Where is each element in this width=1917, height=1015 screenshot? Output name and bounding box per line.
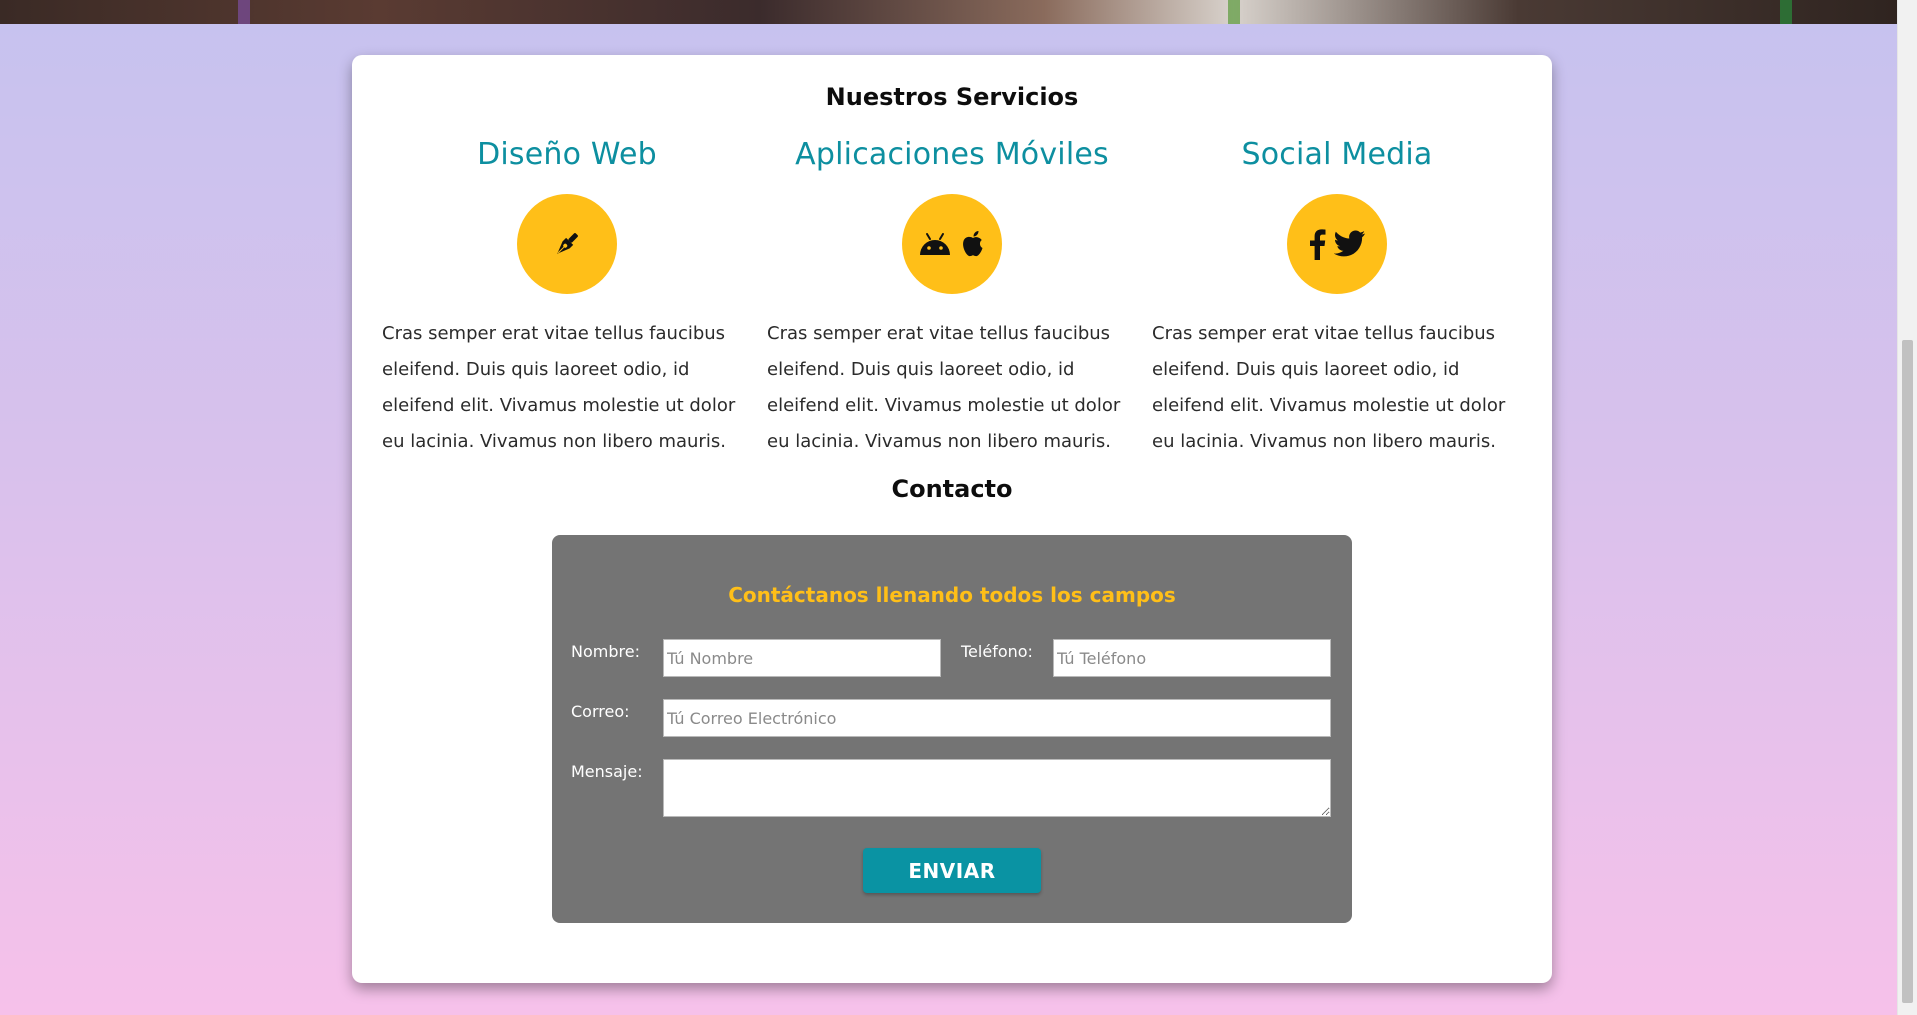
hero-image-detail [1780,0,1792,24]
service-description: Cras semper erat vitae tellus faucibus e… [1152,323,1506,452]
phone-input[interactable] [1053,639,1331,677]
services-title: Nuestros Servicios [825,83,1079,111]
page-scrollbar[interactable] [1897,0,1917,1015]
phone-label: Teléfono: [961,642,1033,661]
content-card: Nuestros Servicios Diseño Web Cras sempe… [352,55,1552,983]
email-input[interactable] [663,699,1331,737]
name-label: Nombre: [571,642,640,661]
contact-form: Contáctanos llenando todos los campos No… [552,535,1352,923]
submit-button[interactable]: ENVIAR [863,848,1041,893]
message-label: Mensaje: [571,762,643,781]
hero-image-strip [0,0,1898,24]
service-title: Social Media [1241,137,1433,172]
apple-icon [963,231,983,257]
service-mobile-apps: Aplicaciones Móviles Cras semper erat vi… [767,137,1137,460]
contact-title: Contacto [891,475,1013,503]
form-heading: Contáctanos llenando todos los campos [728,583,1176,607]
service-title: Diseño Web [477,137,657,172]
android-icon [920,233,950,255]
hero-image-detail [1228,0,1240,24]
service-icon-circle [902,194,1002,294]
service-social-media: Social Media Cras semper erat vitae tell… [1152,137,1522,460]
service-icon-circle [517,194,617,294]
name-input[interactable] [663,639,941,677]
twitter-icon [1334,230,1365,257]
message-textarea[interactable] [663,759,1331,817]
service-title: Aplicaciones Móviles [795,137,1109,172]
service-icon-circle [1287,194,1387,294]
scrollbar-thumb[interactable] [1902,340,1913,1003]
service-description: Cras semper erat vitae tellus faucibus e… [382,323,736,452]
email-label: Correo: [571,702,630,721]
pen-nib-icon [557,233,578,254]
hero-image-detail [238,0,250,24]
service-description: Cras semper erat vitae tellus faucibus e… [767,323,1121,452]
service-web-design: Diseño Web Cras semper erat vitae tellus… [382,137,752,460]
facebook-icon [1310,229,1326,260]
